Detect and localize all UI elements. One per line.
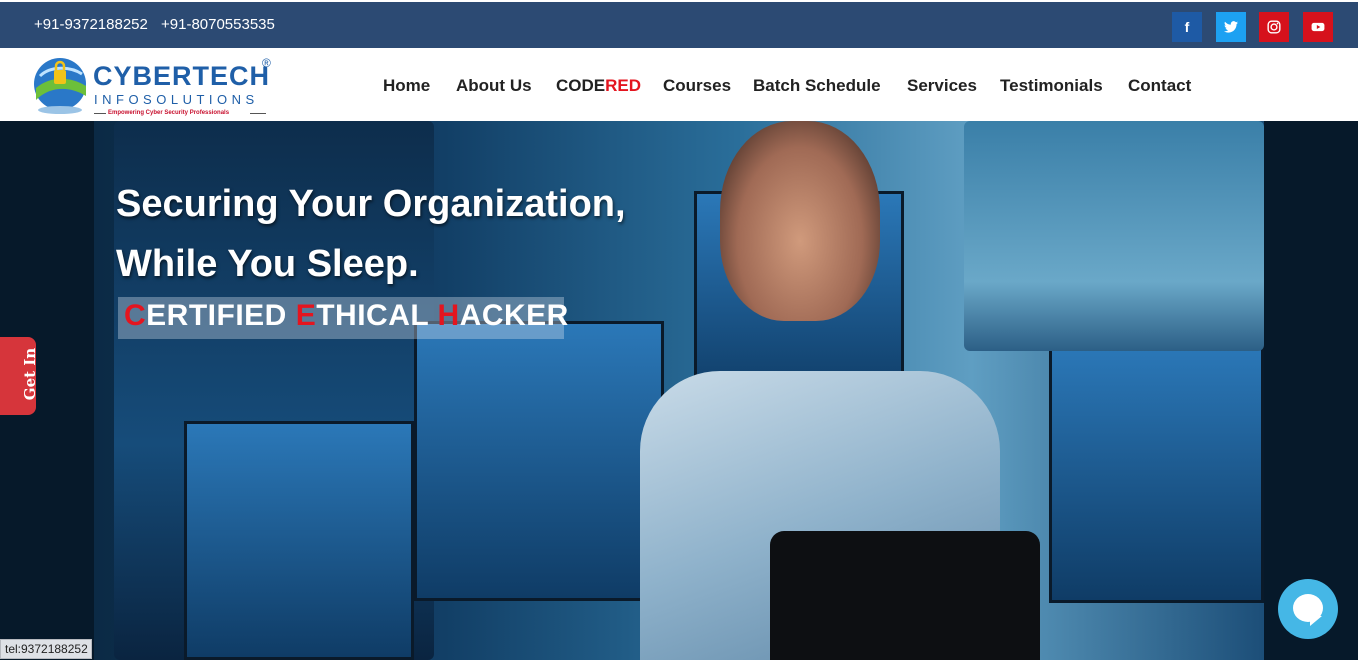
top-contact-bar: +91-9372188252 +91-8070553535 f xyxy=(0,2,1358,48)
logo-divider xyxy=(94,113,106,114)
nav-about-us[interactable]: About Us xyxy=(456,76,532,96)
nav-home[interactable]: Home xyxy=(383,76,430,96)
registered-mark: ® xyxy=(262,56,271,70)
facebook-icon[interactable]: f xyxy=(1172,12,1202,42)
nav-codered[interactable]: CODERED xyxy=(556,76,641,96)
youtube-icon[interactable] xyxy=(1303,12,1333,42)
logo-divider xyxy=(250,113,266,114)
cybertech-logo[interactable]: CYBERTECH ® INFOSOLUTIONS Empowering Cyb… xyxy=(30,52,275,118)
nav-testimonials[interactable]: Testimonials xyxy=(1000,76,1103,96)
person-head xyxy=(720,121,880,321)
nav-codered-prefix: CODE xyxy=(556,76,606,95)
ceh-letter-h: H xyxy=(437,299,460,332)
browser-status-bar: tel:9372188252 xyxy=(0,639,92,659)
phone-link-1[interactable]: +91-9372188252 xyxy=(34,16,148,33)
hero-headline: Securing Your Organization, xyxy=(116,183,626,225)
phone-link-2[interactable]: +91-8070553535 xyxy=(161,16,275,33)
nav-contact[interactable]: Contact xyxy=(1128,76,1191,96)
ceh-word-hacker: ACKER xyxy=(459,299,569,332)
monitor xyxy=(414,321,664,601)
nav-batch-schedule[interactable]: Batch Schedule xyxy=(753,76,881,96)
logo-wordmark: CYBERTECH xyxy=(93,61,271,91)
get-in-touch-tab[interactable]: Get In xyxy=(0,337,40,415)
monitor xyxy=(1049,343,1264,603)
globe-logo-icon xyxy=(34,58,86,114)
nav-codered-suffix: RED xyxy=(605,76,642,95)
logo-subtitle: INFOSOLUTIONS xyxy=(94,92,259,107)
logo-tagline: Empowering Cyber Security Professionals xyxy=(108,110,230,116)
get-in-label: Get In xyxy=(21,347,40,401)
background-window xyxy=(964,121,1264,351)
nav-services[interactable]: Services xyxy=(907,76,977,96)
hero-subheadline: While You Sleep. xyxy=(116,243,419,285)
chat-bubble-tail xyxy=(1310,616,1322,626)
ceh-word-certified: ERTIFIED xyxy=(146,299,296,332)
ceh-title: CERTIFIED ETHICAL HACKER xyxy=(124,299,569,333)
instagram-icon[interactable] xyxy=(1259,12,1289,42)
ceh-word-ethical: THICAL xyxy=(316,299,438,332)
monitor xyxy=(184,421,414,660)
site-header: CYBERTECH ® INFOSOLUTIONS Empowering Cyb… xyxy=(0,48,1358,121)
nav-courses[interactable]: Courses xyxy=(663,76,731,96)
office-chair xyxy=(770,531,1040,660)
hero-banner: Securing Your Organization, While You Sl… xyxy=(0,121,1358,660)
chat-widget-button[interactable] xyxy=(1278,579,1338,639)
ceh-letter-c: C xyxy=(124,299,147,332)
ceh-letter-e: E xyxy=(295,299,317,332)
twitter-icon[interactable] xyxy=(1216,12,1246,42)
